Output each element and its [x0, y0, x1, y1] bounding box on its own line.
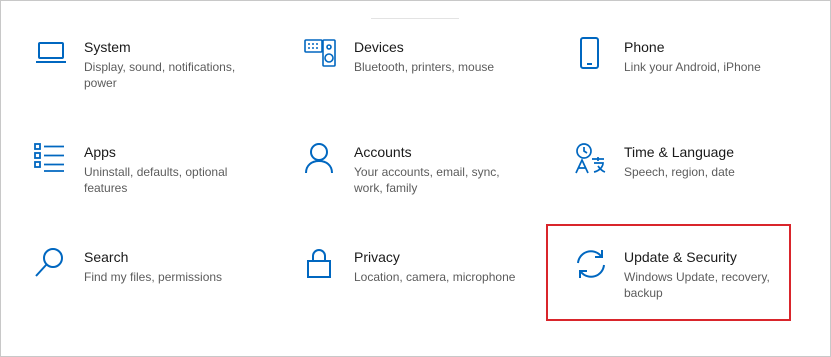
tile-description: Location, camera, microphone	[354, 270, 516, 284]
tile-title: System	[84, 39, 131, 55]
highlight-box	[546, 224, 791, 321]
laptop-icon	[34, 37, 68, 71]
tile-title: Privacy	[354, 249, 400, 265]
time-language-icon	[574, 142, 608, 176]
tile-title: Devices	[354, 39, 404, 55]
apps-list-icon	[34, 142, 68, 176]
settings-tile-system[interactable]: System Display, sound, notifications, po…	[34, 37, 274, 117]
phone-icon	[574, 37, 608, 71]
tile-title: Phone	[624, 39, 665, 55]
keyboard-speaker-icon	[304, 37, 338, 71]
tile-description: Find my files, permissions	[84, 270, 223, 284]
settings-tile-accounts[interactable]: Accounts Your accounts, email, sync, wor…	[304, 142, 544, 222]
settings-tile-apps[interactable]: Apps Uninstall, defaults, optional featu…	[34, 142, 274, 222]
tile-description: Your accounts, email, sync, work, family	[354, 165, 500, 195]
settings-home-panel: System Display, sound, notifications, po…	[0, 0, 831, 357]
lock-icon	[304, 247, 338, 281]
tile-description: Speech, region, date	[624, 165, 735, 179]
tile-title: Time & Language	[624, 144, 734, 160]
tile-description: Display, sound, notifications, power	[84, 60, 236, 90]
tile-description: Uninstall, defaults, optional features	[84, 165, 228, 195]
search-icon	[34, 247, 68, 281]
tile-title: Apps	[84, 144, 116, 160]
tile-description: Link your Android, iPhone	[624, 60, 761, 74]
settings-tile-privacy[interactable]: Privacy Location, camera, microphone	[304, 247, 544, 327]
settings-tile-devices[interactable]: Devices Bluetooth, printers, mouse	[304, 37, 544, 117]
tile-description: Bluetooth, printers, mouse	[354, 60, 495, 74]
settings-tile-search[interactable]: Search Find my files, permissions	[34, 247, 274, 327]
divider	[371, 18, 459, 19]
tile-title: Search	[84, 249, 129, 265]
settings-tile-time-language[interactable]: Time & Language Speech, region, date	[574, 142, 814, 222]
tile-title: Accounts	[354, 144, 412, 160]
settings-tile-phone[interactable]: Phone Link your Android, iPhone	[574, 37, 814, 117]
person-icon	[304, 142, 338, 176]
